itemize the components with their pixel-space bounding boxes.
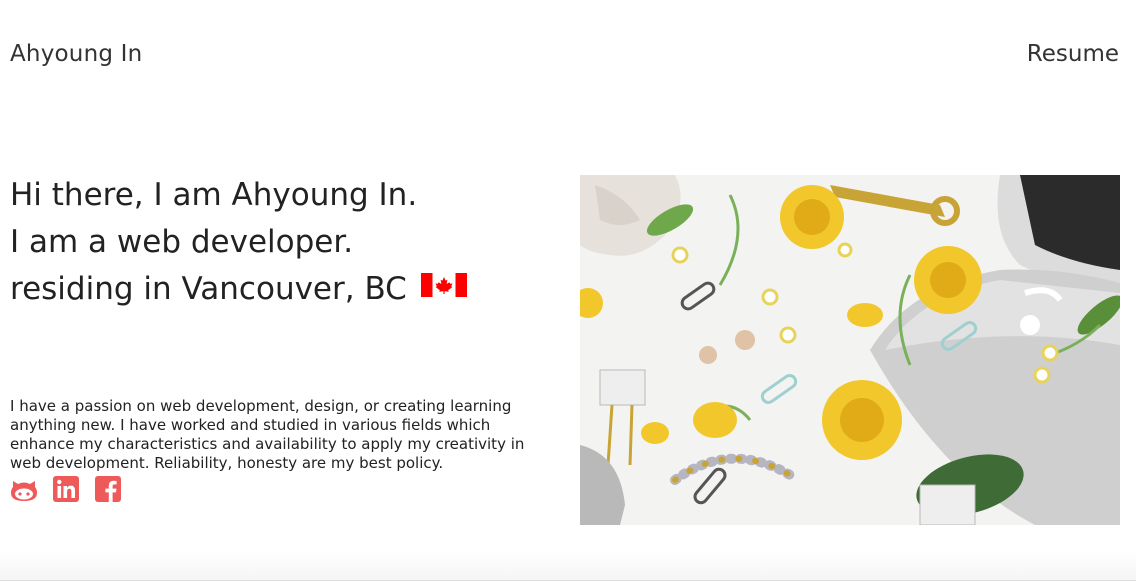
- social-links: [10, 475, 122, 503]
- hero-line-2: I am a web developer.: [10, 224, 354, 260]
- site-brand[interactable]: Ahyoung In: [10, 41, 142, 67]
- hero-line-1: Hi there, I am Ahyoung In.: [10, 177, 418, 213]
- hero-photo: [580, 175, 1120, 525]
- github-icon[interactable]: [10, 475, 38, 503]
- canada-flag-icon: [420, 264, 467, 311]
- linkedin-icon[interactable]: [52, 475, 80, 503]
- resume-link[interactable]: Resume: [1027, 41, 1119, 67]
- bio-paragraph: I have a passion on web development, des…: [10, 397, 525, 472]
- hero-line-3: residing in Vancouver, BC: [10, 266, 467, 313]
- hero-location-text: residing in Vancouver, BC: [10, 271, 407, 307]
- hero-heading: Hi there, I am Ahyoung In. I am a web de…: [10, 172, 467, 313]
- footer-divider: [0, 550, 1136, 581]
- facebook-icon[interactable]: [94, 475, 122, 503]
